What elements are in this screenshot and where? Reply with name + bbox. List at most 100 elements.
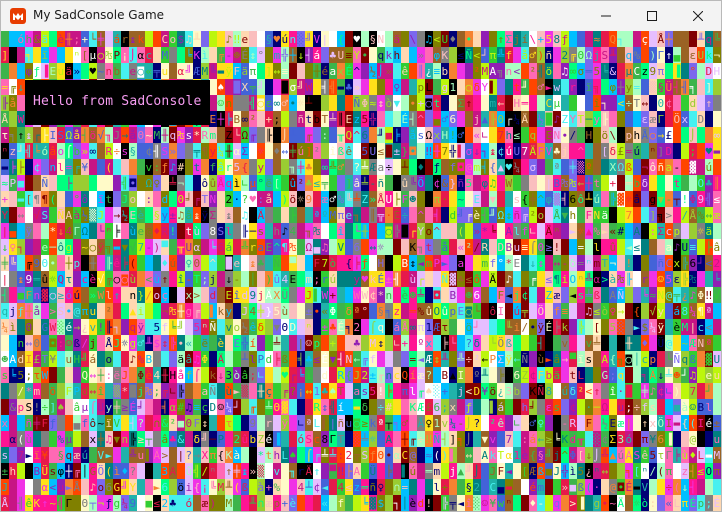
svg-text:ª: ª (314, 209, 321, 222)
svg-text:-: - (146, 241, 153, 254)
svg-text:◙: ◙ (137, 65, 145, 78)
svg-text:Ω: Ω (82, 225, 89, 238)
svg-text:²: ² (530, 65, 537, 78)
svg-text:U: U (698, 49, 705, 62)
svg-text:]: ] (306, 145, 313, 158)
svg-text:ÿ: ÿ (226, 65, 233, 78)
svg-text:╧: ╧ (329, 112, 337, 126)
maximize-button[interactable] (629, 1, 675, 31)
svg-text:¶: ¶ (698, 305, 705, 318)
svg-text:f: f (210, 161, 217, 174)
svg-text:┘: ┘ (482, 48, 489, 62)
svg-text:h: h (522, 401, 529, 414)
svg-text:☺: ☺ (306, 337, 313, 350)
svg-text:♥: ♥ (250, 193, 257, 206)
svg-text:o: o (98, 481, 105, 494)
svg-text:P: P (74, 385, 81, 398)
svg-text:☺: ☺ (66, 337, 73, 350)
svg-text:▌: ▌ (489, 80, 497, 94)
svg-text:F: F (538, 145, 545, 158)
svg-text:·: · (586, 401, 593, 414)
svg-text:╟: ╟ (106, 320, 113, 334)
svg-text:┴: ┴ (241, 352, 249, 366)
svg-text:╠: ╠ (578, 320, 585, 334)
svg-text:■: ■ (18, 289, 25, 302)
svg-text:☼: ☼ (298, 97, 305, 110)
svg-text:!: ! (98, 321, 105, 334)
svg-text:7: 7 (690, 385, 697, 398)
svg-text:╪: ╪ (289, 144, 297, 158)
svg-text:q: q (226, 177, 233, 190)
close-button[interactable] (675, 1, 721, 31)
svg-text:╘: ╘ (298, 368, 305, 382)
svg-text:╧: ╧ (593, 336, 601, 350)
svg-text:d: d (450, 209, 457, 222)
svg-text:┼: ┼ (617, 80, 625, 94)
svg-text:☻: ☻ (674, 369, 681, 382)
svg-text:å: å (10, 97, 17, 110)
svg-text:æ: æ (322, 193, 329, 206)
svg-text:α: α (506, 449, 513, 462)
svg-text:§: § (58, 449, 65, 462)
svg-text:▲: ▲ (458, 465, 465, 478)
svg-text:╞: ╞ (554, 320, 561, 334)
svg-text:²: ² (298, 177, 305, 190)
svg-text:<: < (474, 49, 481, 62)
svg-text:♀: ♀ (10, 241, 17, 254)
title-bar[interactable]: My SadConsole Game (1, 1, 721, 31)
svg-text:·: · (618, 385, 625, 398)
svg-text:ä: ä (706, 225, 713, 238)
svg-text:w: w (498, 497, 505, 510)
game-console-surface[interactable]: ó h & ä è ╫; + └ ╪ d á r ↨ k Co $ ♫ ╨ ♪ ‼ e D § ♥ ú n ░ ╝ V |{♥ § Nä \ ♫ <… (1, 31, 721, 511)
svg-text:Z: Z (226, 129, 233, 142)
svg-text:«: « (666, 497, 673, 510)
svg-text:→: → (658, 129, 665, 142)
svg-text:Q: Q (58, 273, 65, 286)
svg-text:◄: ◄ (506, 465, 513, 478)
svg-text:l: l (106, 289, 113, 302)
svg-text:↔: ↔ (706, 209, 713, 222)
svg-text:+: + (2, 193, 9, 206)
svg-text:f: f (642, 401, 649, 414)
svg-text:?: ? (130, 465, 137, 478)
svg-text:S: S (26, 401, 33, 414)
svg-text:Σ: Σ (210, 209, 217, 222)
svg-text:^: ^ (418, 209, 425, 222)
svg-text:╚: ╚ (210, 480, 217, 494)
svg-text:╩: ╩ (129, 448, 137, 462)
svg-text:δ: δ (474, 337, 481, 350)
svg-text:§: § (658, 81, 665, 94)
svg-text:▌: ▌ (449, 448, 457, 462)
svg-text:É: É (714, 497, 721, 510)
svg-text:û: û (210, 177, 217, 190)
svg-text:╨: ╨ (145, 336, 153, 350)
close-icon (693, 11, 703, 21)
svg-text:Σ: Σ (458, 97, 465, 110)
svg-text:▄: ▄ (497, 481, 505, 494)
svg-text:Σ: Σ (610, 433, 617, 446)
svg-text:§: § (538, 449, 545, 462)
svg-text:ä: ä (602, 209, 609, 222)
svg-text:R: R (314, 401, 321, 414)
svg-text:α: α (178, 65, 185, 78)
svg-text:â: â (162, 433, 169, 446)
svg-text:m: m (210, 129, 217, 142)
svg-text:╩: ╩ (457, 352, 465, 366)
svg-text:█: █ (665, 400, 673, 414)
svg-text:§: § (370, 33, 377, 46)
svg-text:╧: ╧ (321, 448, 329, 462)
svg-text:K: K (34, 497, 41, 510)
svg-text:ε: ε (546, 401, 553, 414)
svg-text:2: 2 (226, 193, 233, 206)
svg-text:è: è (402, 289, 409, 302)
svg-text:+: + (402, 337, 409, 350)
svg-text:I: I (26, 353, 33, 366)
svg-text:É: É (378, 273, 385, 286)
svg-text:ÿ: ÿ (538, 321, 545, 334)
svg-text:{: { (338, 33, 345, 46)
svg-text:╠: ╠ (610, 192, 617, 206)
svg-text:º: º (322, 209, 329, 222)
minimize-button[interactable] (583, 1, 629, 31)
svg-text:♠: ♠ (290, 449, 297, 462)
svg-text:ú: ú (410, 465, 417, 478)
